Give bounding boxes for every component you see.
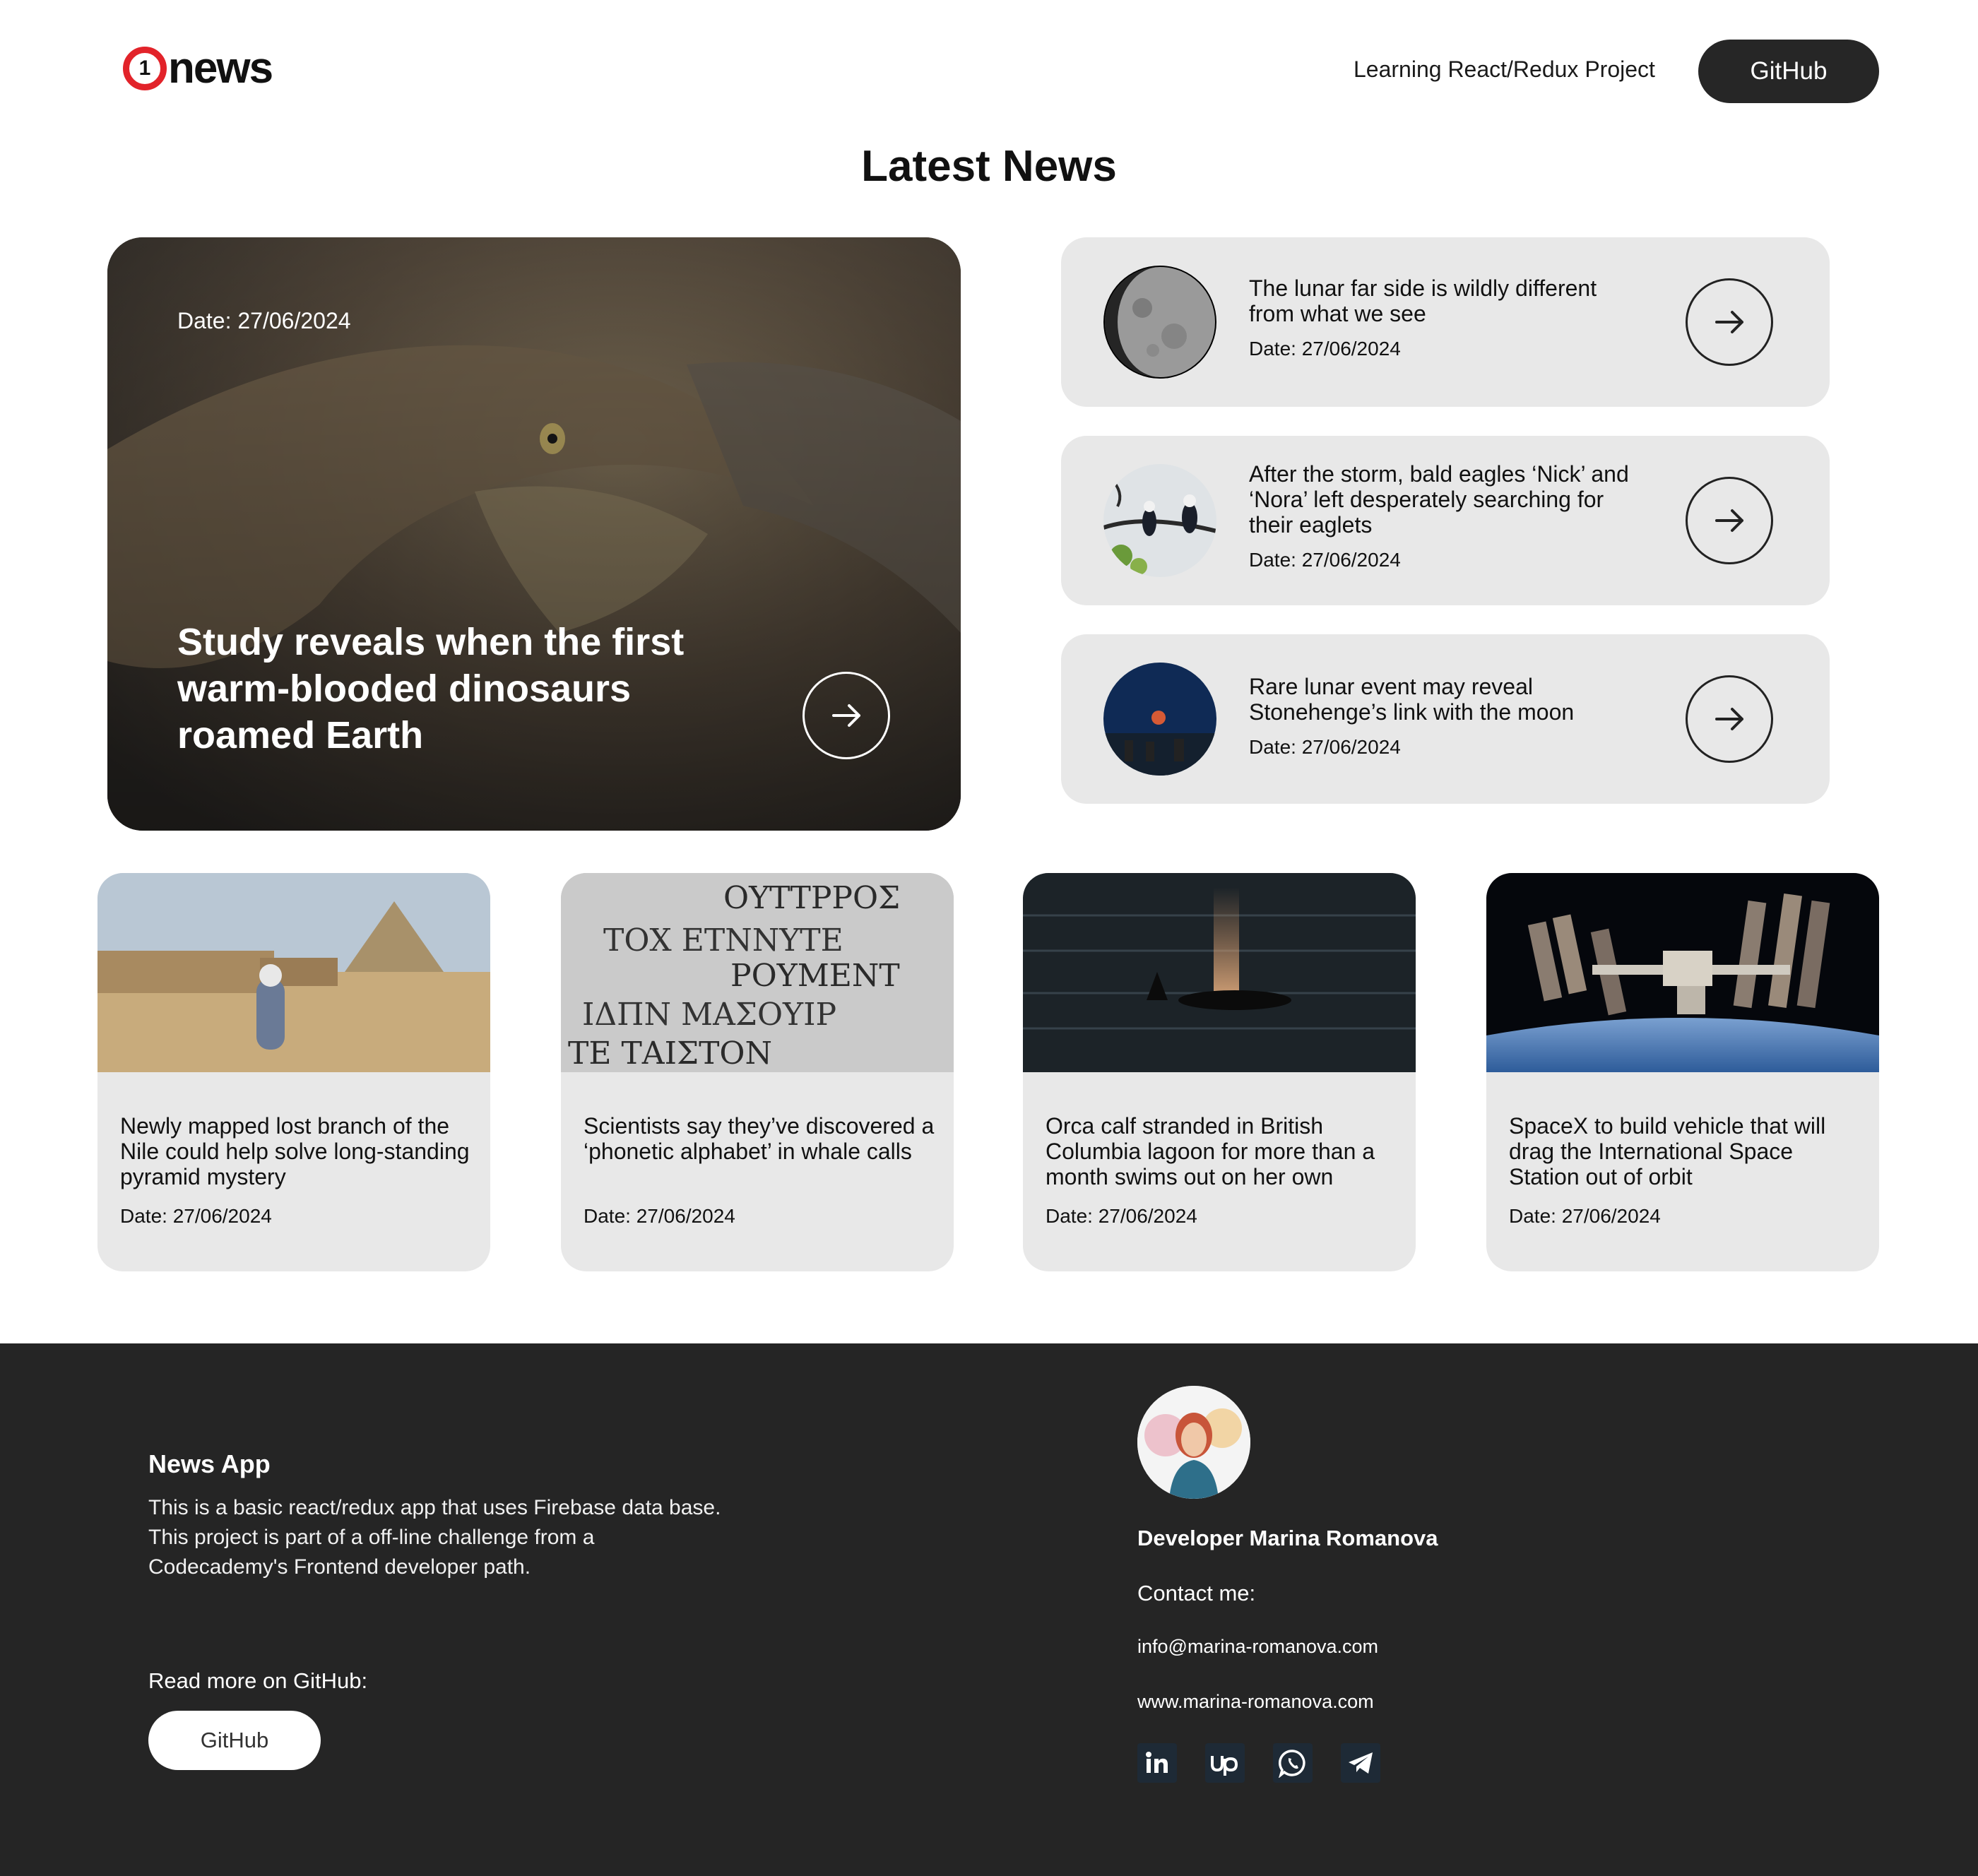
svg-text:ΤΕ ΤΑΙΣΤΟΝ: ΤΕ ΤΑΙΣΤΟΝ [568,1035,772,1071]
side-news-arrow-button[interactable] [1686,278,1773,366]
svg-text:ΤΟΧ ΕΤΝΝΥΤΕ: ΤΟΧ ΕΤΝΝΥΤΕ [603,922,843,958]
logo[interactable]: 1 news [123,44,273,93]
side-news-thumbnail [1103,266,1216,379]
footer-contact-label: Contact me: [1137,1581,1256,1605]
site-header: 1 news Learning React/Redux Project GitH… [0,0,1978,141]
side-news-item[interactable]: Rare lunar event may reveal Stonehenge’s… [1061,634,1830,804]
svg-text:ΡΟΥΜΕΝΤ: ΡΟΥΜΕΝΤ [730,958,900,994]
hero-news-card[interactable]: Date: 27/06/2024 Study reveals when the … [107,237,961,831]
news-card-title[interactable]: SpaceX to build vehicle that will drag t… [1509,1113,1862,1189]
svg-text:ΙΔΠΝ ΜΑΣΟΥΙΡ: ΙΔΠΝ ΜΑΣΟΥΙΡ [582,997,836,1033]
news-card[interactable]: ΟΥΤΤΡΡΟΣ ΤΟΧ ΕΤΝΝΥΤΕ ΡΟΥΜΕΝΤ ΙΔΠΝ ΜΑΣΟΥΙ… [561,873,954,1271]
side-news-thumbnail [1103,663,1216,776]
footer-website-link[interactable]: www.marina-romanova.com [1137,1691,1374,1713]
whatsapp-icon[interactable] [1273,1743,1313,1783]
arrow-right-icon [832,704,860,727]
site-footer: News App This is a basic react/redux app… [0,1343,1978,1876]
side-news-title[interactable]: Rare lunar event may reveal Stonehenge’s… [1249,674,1645,725]
footer-description: This is a basic react/redux app that use… [148,1496,721,1579]
side-news-date: Date: 27/06/2024 [1249,549,1401,571]
linkedin-icon[interactable] [1137,1743,1177,1783]
news-card-date: Date: 27/06/2024 [1046,1205,1197,1227]
header-subtitle: Learning React/Redux Project [1354,57,1655,82]
side-news-item[interactable]: The lunar far side is wildly different f… [1061,237,1830,407]
news-card[interactable]: SpaceX to build vehicle that will drag t… [1486,873,1879,1271]
footer-developer: Developer Marina Romanova [1137,1526,1438,1550]
footer-email-link[interactable]: info@marina-romanova.com [1137,1636,1378,1658]
footer-read-more: Read more on GitHub: [148,1668,368,1693]
news-card-title[interactable]: Orca calf stranded in British Columbia l… [1046,1113,1399,1189]
news-card-image [1486,873,1879,1072]
news-card-image: ΟΥΤΤΡΡΟΣ ΤΟΧ ΕΤΝΝΥΤΕ ΡΟΥΜΕΝΤ ΙΔΠΝ ΜΑΣΟΥΙ… [561,873,954,1072]
side-news-item[interactable]: After the storm, bald eagles ‘Nick’ and … [1061,436,1830,605]
arrow-right-icon [1715,708,1743,730]
side-news-arrow-button[interactable] [1686,675,1773,763]
side-news-thumbnail [1103,464,1216,577]
footer-github-button[interactable]: GitHub [148,1711,321,1770]
news-card-image [97,873,490,1072]
page-title: Latest News [861,142,1117,191]
hero-title[interactable]: Study reveals when the first warm-bloode… [177,619,771,759]
telegram-icon[interactable] [1341,1743,1380,1783]
avatar [1137,1386,1250,1499]
side-news-date: Date: 27/06/2024 [1249,338,1401,360]
news-card[interactable]: Newly mapped lost branch of the Nile cou… [97,873,490,1271]
arrow-right-icon [1715,311,1743,333]
arrow-right-icon [1715,509,1743,532]
side-news-title[interactable]: After the storm, bald eagles ‘Nick’ and … [1249,461,1645,538]
side-news-title[interactable]: The lunar far side is wildly different f… [1249,275,1645,326]
svg-text:ΟΥΤΤΡΡΟΣ: ΟΥΤΤΡΡΟΣ [723,880,900,916]
hero-date: Date: 27/06/2024 [177,308,351,333]
news-card-date: Date: 27/06/2024 [1509,1205,1661,1227]
upwork-icon[interactable] [1205,1743,1245,1783]
side-news-arrow-button[interactable] [1686,477,1773,564]
news-card[interactable]: Orca calf stranded in British Columbia l… [1023,873,1416,1271]
news-card-image [1023,873,1416,1072]
news-card-date: Date: 27/06/2024 [584,1205,735,1227]
news-card-title[interactable]: Scientists say they’ve discovered a ‘pho… [584,1113,937,1164]
logo-text: news [168,44,273,93]
header-github-button[interactable]: GitHub [1698,40,1879,103]
footer-app-title: News App [148,1449,271,1478]
news-card-title[interactable]: Newly mapped lost branch of the Nile cou… [120,1113,473,1189]
hero-arrow-button[interactable] [803,672,890,759]
logo-badge: 1 [123,47,167,90]
side-news-date: Date: 27/06/2024 [1249,736,1401,758]
news-card-date: Date: 27/06/2024 [120,1205,272,1227]
